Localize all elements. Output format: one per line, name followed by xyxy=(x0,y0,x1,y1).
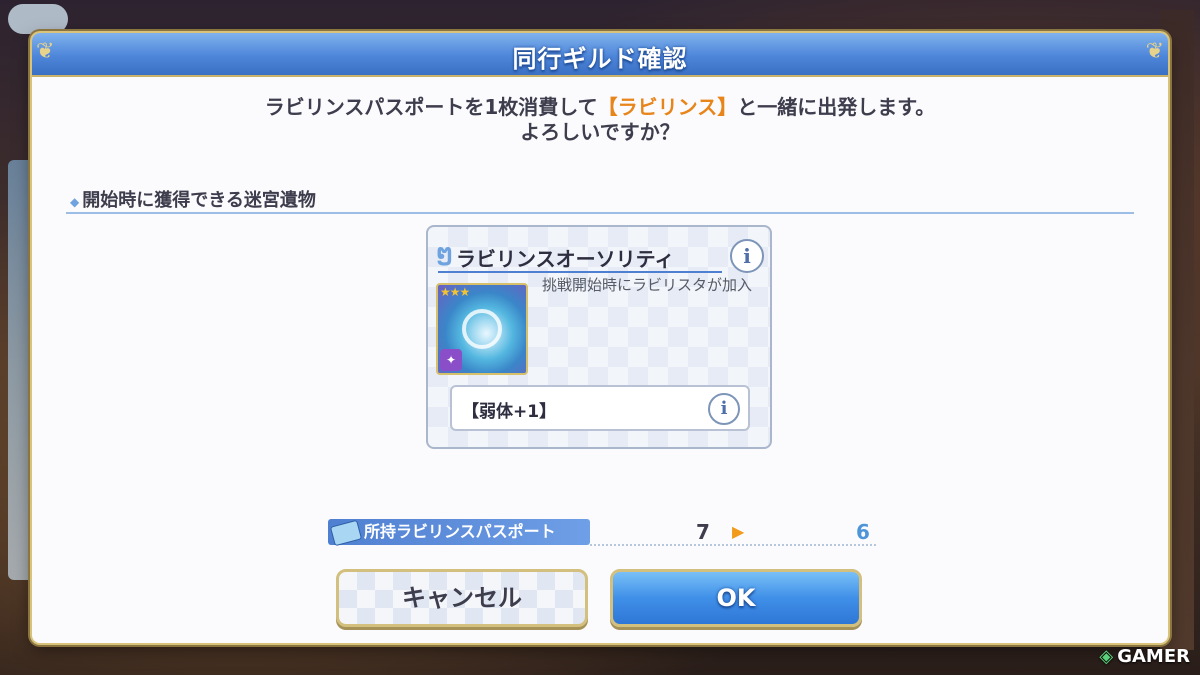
ornament-icon: ❦ xyxy=(1145,39,1164,64)
labyrinth-map-icon[interactable]: ★★★ ✦ xyxy=(436,283,528,375)
confirm-message: ラビリンスパスポートを1枚消費して【ラビリンス】と一緒に出発します。 よろしいで… xyxy=(32,95,1168,145)
swirl-icon: ໆ xyxy=(436,241,453,266)
relic-card: ໆ ラビリンスオーソリティ i ★★★ ✦ 挑戦開始時にラビリスタが加入 【弱体… xyxy=(426,225,772,449)
section-divider xyxy=(66,212,1134,214)
arrow-right-icon: ▶ xyxy=(732,522,745,541)
cancel-button[interactable]: キャンセル xyxy=(336,569,588,627)
watermark: ◈ GAMER xyxy=(1099,646,1190,667)
passport-count-after: 6 xyxy=(856,520,870,544)
watermark-text: GAMER xyxy=(1117,646,1190,667)
background-back-button xyxy=(8,4,68,34)
section-title-text: 開始時に獲得できる迷宮遺物 xyxy=(82,190,316,211)
section-title: ◆ 開始時に獲得できる迷宮遺物 xyxy=(70,186,316,212)
passport-label-text: 所持ラビリンスパスポート xyxy=(364,522,556,541)
message-text: と一緒に出発します。 xyxy=(737,95,936,119)
guild-name-highlight: 【ラビリンス】 xyxy=(597,95,738,119)
relic-description: 挑戦開始時にラビリスタが加入 xyxy=(542,276,753,294)
ok-button[interactable]: OK xyxy=(610,569,862,627)
effect-info-icon[interactable]: i xyxy=(708,393,740,425)
rarity-stars: ★★★ xyxy=(440,285,470,299)
gamer-logo-icon: ◈ xyxy=(1099,646,1114,667)
info-icon[interactable]: i xyxy=(730,239,764,273)
guild-confirm-dialog: ❦ 同行ギルド確認 ❦ ラビリンスパスポートを1枚消費して【ラビリンス】と一緒に… xyxy=(32,33,1168,643)
diamond-bullet-icon: ◆ xyxy=(70,195,80,209)
relic-name-underline xyxy=(438,271,722,273)
passport-count-row: 所持ラビリンスパスポート 7 ▶ 6 xyxy=(328,518,876,548)
dotted-divider xyxy=(590,544,876,546)
message-question: よろしいですか？ xyxy=(520,120,680,144)
relic-type-badge-icon: ✦ xyxy=(440,349,462,371)
relic-ring xyxy=(462,309,502,349)
relic-name: ラビリンスオーソリティ xyxy=(456,247,675,271)
dialog-title: 同行ギルド確認 xyxy=(512,45,688,73)
ticket-icon xyxy=(329,519,363,547)
relic-effect-box: 【弱体+1】 i xyxy=(450,385,750,431)
passport-count-before: 7 xyxy=(696,520,710,544)
message-text: ラビリンスパスポートを1枚消費して xyxy=(264,95,598,119)
dialog-header: ❦ 同行ギルド確認 ❦ xyxy=(32,33,1168,77)
passport-label: 所持ラビリンスパスポート xyxy=(328,519,590,547)
relic-effect: 【弱体+1】 xyxy=(462,402,557,422)
